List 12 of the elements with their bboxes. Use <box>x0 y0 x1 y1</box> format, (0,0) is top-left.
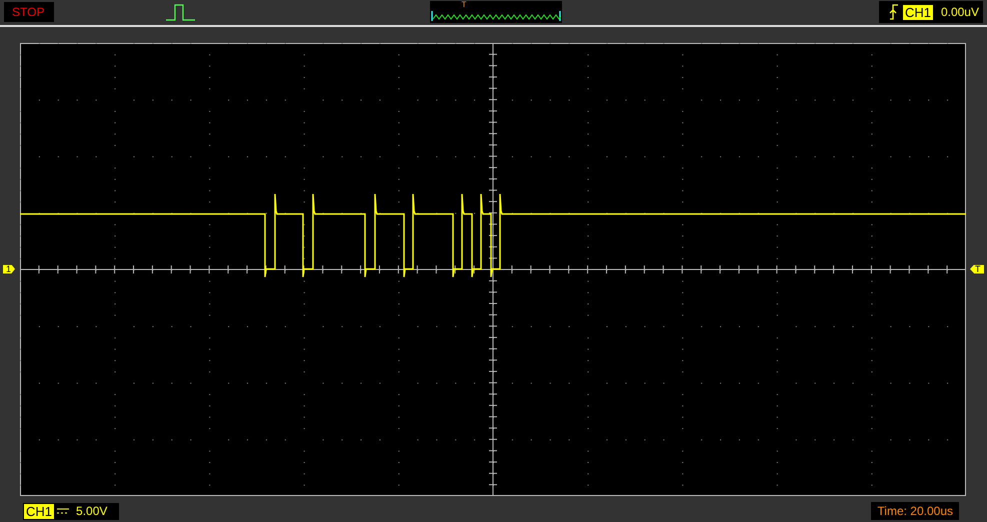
status-label[interactable]: STOP <box>4 2 54 22</box>
trigger-position-marker: T <box>462 1 466 9</box>
trigger-level: 0.00uV <box>940 5 979 19</box>
pulse-icon[interactable] <box>166 3 196 21</box>
timebase-label: Time: 20.00us <box>871 502 959 520</box>
dc-coupling-icon <box>57 507 70 515</box>
volts-per-division: 5.00V <box>76 504 108 518</box>
channel-marker[interactable]: 1 <box>3 264 15 274</box>
channel-label: CH1 <box>24 504 54 518</box>
trigger-channel: CH1 <box>902 4 933 20</box>
rising-edge-icon <box>888 4 899 20</box>
trigger-level-marker[interactable]: T <box>970 264 984 274</box>
